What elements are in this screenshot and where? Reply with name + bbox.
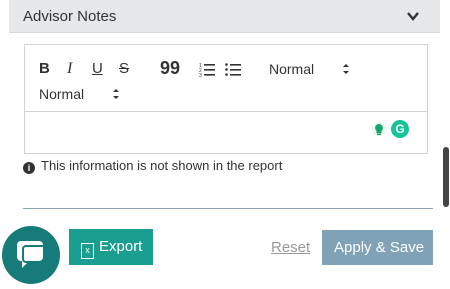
select-updown-icon[interactable] [112,87,120,101]
excel-icon: x [81,243,94,259]
scrollbar[interactable] [443,147,449,207]
size-format-select[interactable]: Normal [39,86,84,102]
editor-toolbar: B I U S 99 1 2 3 Normal Normal [25,45,427,112]
reset-link[interactable]: Reset [271,239,310,256]
panel-title: Advisor Notes [23,8,117,25]
apply-save-button[interactable]: Apply & Save [322,230,433,265]
info-icon: i [23,162,35,174]
grammarly-icons[interactable]: G [369,118,413,140]
bold-button[interactable]: B [39,61,50,77]
chat-launcher-button[interactable] [2,226,60,284]
info-note: i This information is not shown in the re… [23,158,282,174]
ordered-list-icon[interactable]: 1 2 3 [199,61,215,77]
apply-save-label: Apply & Save [334,239,425,256]
chat-icon [17,241,46,268]
svg-text:G: G [395,122,404,136]
header-format-select[interactable]: Normal [269,61,314,77]
blockquote-button[interactable]: 99 [160,59,180,77]
export-label: Export [99,238,143,255]
underline-button[interactable]: U [92,61,103,77]
editor-text-area[interactable]: G [25,112,427,153]
chevron-down-icon[interactable] [406,9,420,23]
svg-text:3: 3 [199,73,202,77]
divider [23,208,433,209]
italic-button[interactable]: I [67,61,72,77]
advisor-notes-panel: Advisor Notes B I U S 99 1 2 3 Normal No… [9,0,440,289]
panel-header[interactable]: Advisor Notes [9,0,440,33]
strikethrough-button[interactable]: S [119,61,129,77]
export-button[interactable]: x Export [69,229,153,265]
bullet-list-icon[interactable] [225,61,241,77]
select-updown-icon[interactable] [342,62,350,76]
info-text: This information is not shown in the rep… [41,158,283,173]
rich-text-editor: B I U S 99 1 2 3 Normal Normal G [24,44,428,154]
